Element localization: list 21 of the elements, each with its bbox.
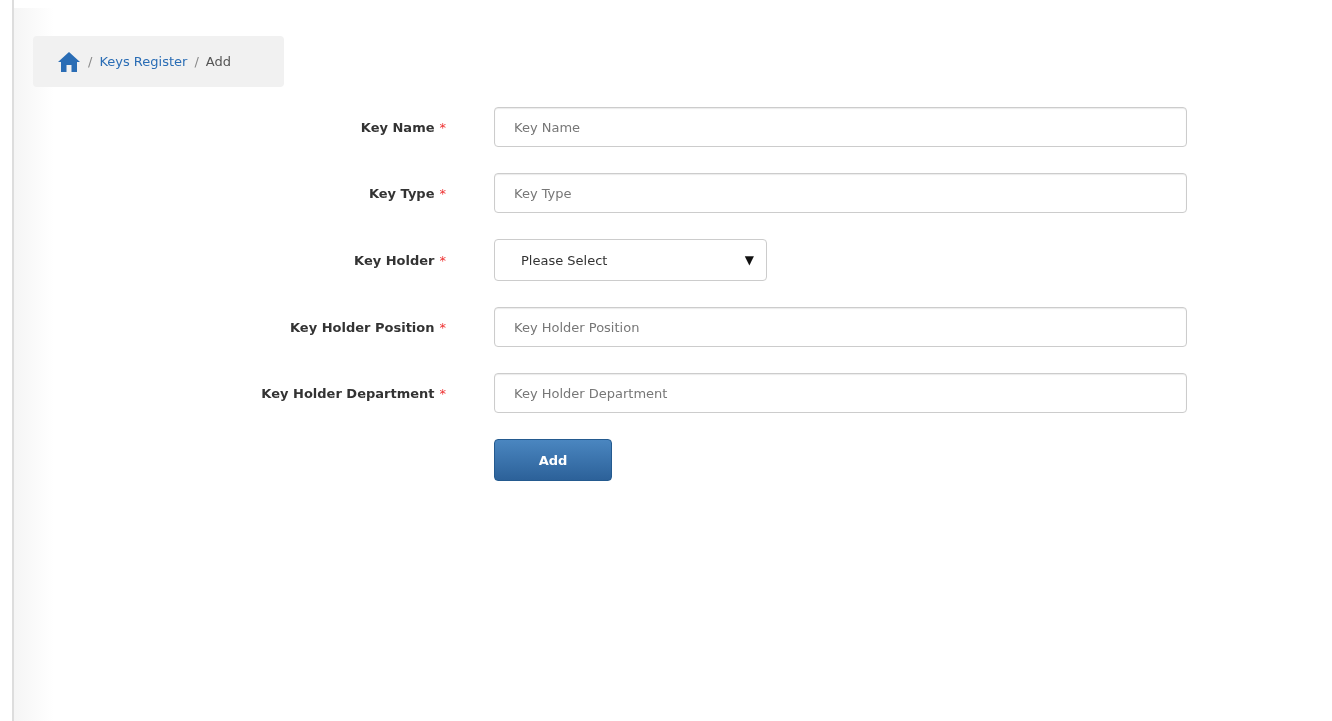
home-icon[interactable] bbox=[57, 50, 81, 73]
required-mark: * bbox=[439, 252, 446, 268]
field-label: Key Type bbox=[368, 185, 435, 201]
field-label: Key Holder bbox=[354, 252, 435, 268]
field-label: Key Name bbox=[360, 119, 435, 135]
input-field[interactable]: Key Holder Department bbox=[494, 373, 1187, 413]
breadcrumb-separator: / bbox=[88, 54, 93, 69]
breadcrumb-current: Add bbox=[205, 54, 231, 69]
breadcrumb-separator: / bbox=[194, 54, 199, 69]
add-button[interactable]: Add bbox=[494, 439, 612, 481]
dropdown[interactable]: Please Select ▼ bbox=[494, 239, 767, 281]
required-mark: * bbox=[439, 185, 446, 201]
required-mark: * bbox=[439, 119, 446, 135]
input-field[interactable]: Key Holder Position bbox=[494, 307, 1187, 347]
field-label: Key Holder Position bbox=[290, 319, 435, 335]
required-mark: * bbox=[439, 385, 446, 401]
field-label: Key Holder Department bbox=[261, 385, 435, 401]
input-field[interactable]: Key Name bbox=[494, 107, 1187, 147]
required-mark: * bbox=[439, 319, 446, 335]
breadcrumb-link[interactable]: Keys Register bbox=[99, 54, 188, 69]
input-field[interactable]: Key Type bbox=[494, 173, 1187, 213]
